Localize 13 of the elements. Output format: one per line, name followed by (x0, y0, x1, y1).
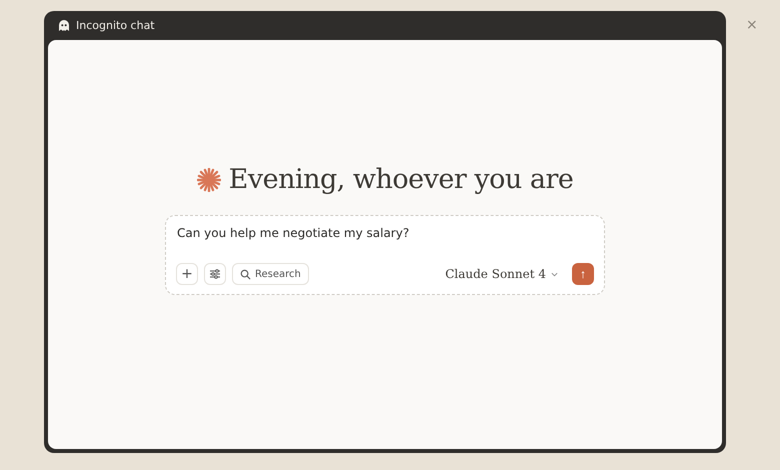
greeting-heading: Evening, whoever you are (228, 164, 574, 195)
window-title: Incognito chat (76, 19, 155, 32)
message-input[interactable]: Can you help me negotiate my salary? (176, 226, 596, 240)
model-selector[interactable]: Claude Sonnet 4 (445, 267, 558, 281)
research-button[interactable]: Research (232, 263, 309, 285)
asterisk-logo-icon (196, 168, 221, 192)
ghost-icon (58, 20, 70, 32)
search-icon (240, 268, 251, 280)
sliders-icon (209, 268, 221, 280)
add-button[interactable]: + (176, 263, 198, 285)
chevron-down-icon (551, 272, 558, 276)
settings-button[interactable] (204, 263, 226, 285)
send-button[interactable]: ↑ (572, 263, 594, 285)
